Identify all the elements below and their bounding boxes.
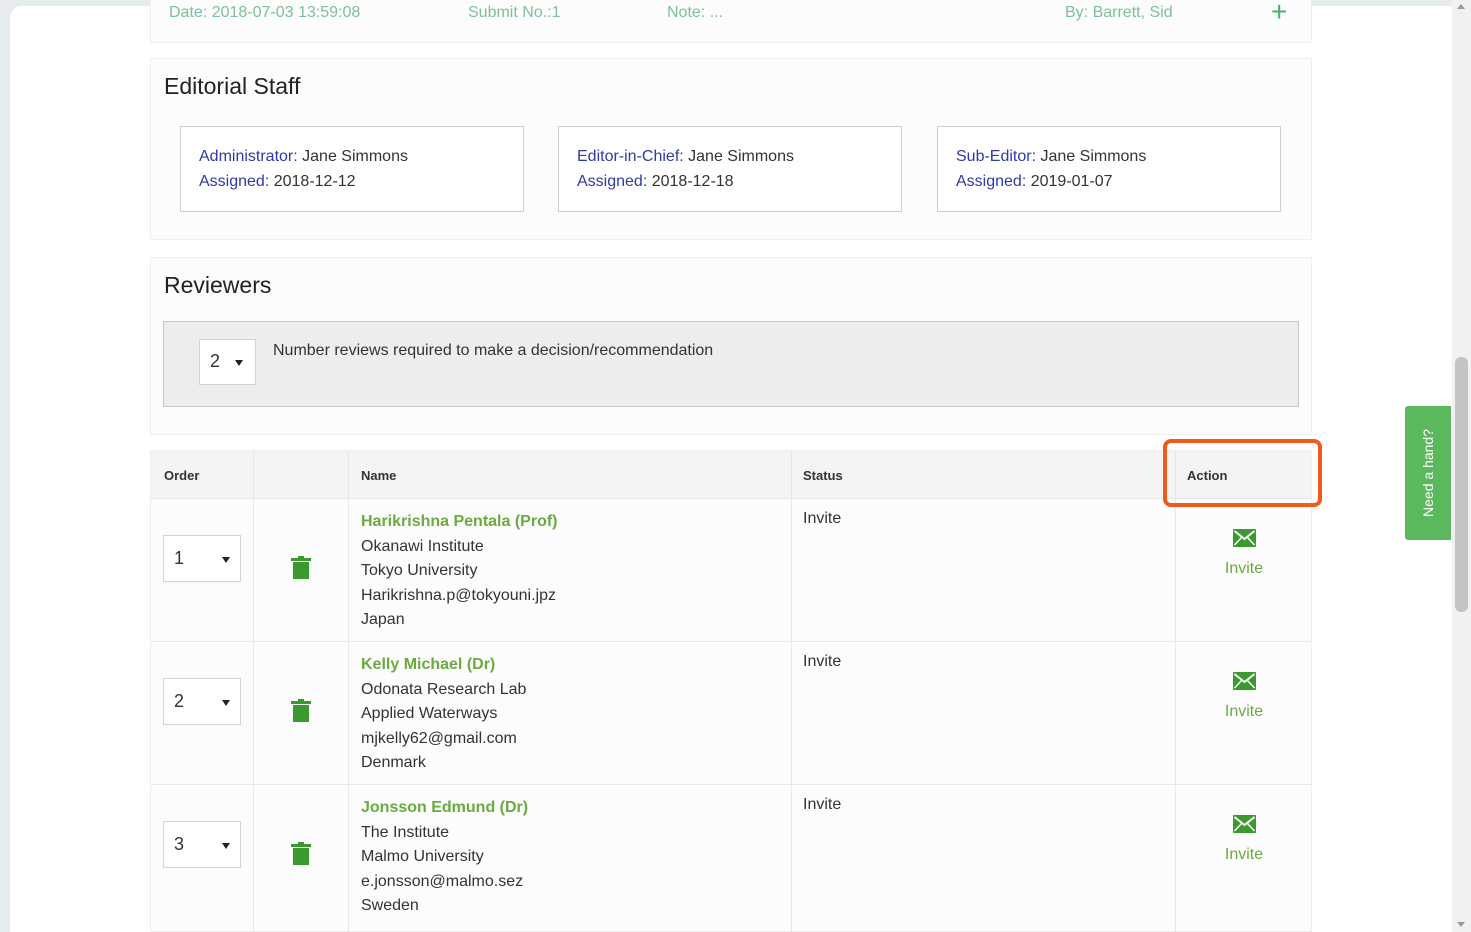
submission-note[interactable]: Note: ... <box>667 4 723 22</box>
reviewers-table: Order Name Status Action 1 Harikrishna P… <box>150 450 1312 932</box>
staff-name: Jane Simmons <box>1040 148 1147 165</box>
trash-icon[interactable] <box>291 556 311 579</box>
staff-name: Jane Simmons <box>302 148 408 165</box>
order-value: 2 <box>174 691 185 711</box>
staff-role-label: Editor-in-Chief: <box>577 148 684 165</box>
table-row: 1 Harikrishna Pentala (Prof) Okanawi Ins… <box>151 498 1311 641</box>
assigned-date: 2018-12-12 <box>273 173 356 190</box>
envelope-icon <box>1232 672 1256 690</box>
invite-label: Invite <box>1224 846 1264 863</box>
reviewer-email: mjkelly62@gmail.com <box>361 729 517 747</box>
reviewer-email: e.jonsson@malmo.sez <box>361 872 524 890</box>
reviewer-institution: The Institute <box>361 823 450 841</box>
reviewers-panel: Reviewers 2 Number reviews required to m… <box>150 257 1312 435</box>
assigned-label: Assigned: <box>199 173 270 190</box>
column-header-order[interactable]: Order <box>164 468 199 483</box>
reviewer-country: Sweden <box>361 897 419 914</box>
caret-down-icon <box>222 843 230 849</box>
assigned-label: Assigned: <box>956 173 1027 190</box>
table-row: 3 Jonsson Edmund (Dr) The Institute Malm… <box>151 784 1311 927</box>
invite-label: Invite <box>1224 703 1264 720</box>
reviewer-country: Japan <box>361 611 405 628</box>
column-header-name[interactable]: Name <box>361 468 396 483</box>
order-select[interactable]: 2 <box>163 678 241 725</box>
reviewer-details: Harikrishna Pentala (Prof) Okanawi Insti… <box>361 510 558 633</box>
staff-name: Jane Simmons <box>688 148 794 165</box>
scrollbar-thumb[interactable] <box>1455 357 1468 612</box>
trash-icon[interactable] <box>291 842 311 865</box>
staff-card-sub-editor: Sub-Editor: Jane Simmons Assigned: 2019-… <box>937 126 1281 212</box>
reviewer-name-link[interactable]: Kelly Michael (Dr) <box>361 653 526 678</box>
scroll-down-arrow-icon[interactable] <box>1457 922 1465 927</box>
assigned-label: Assigned: <box>577 173 648 190</box>
table-header: Order Name Status Action <box>151 451 1311 499</box>
invite-label: Invite <box>1224 560 1264 577</box>
table-row: 2 Kelly Michael (Dr) Odonata Research La… <box>151 641 1311 784</box>
order-value: 3 <box>174 834 185 854</box>
scroll-up-arrow-icon[interactable] <box>1457 4 1465 9</box>
submission-number: Submit No.:1 <box>468 4 561 21</box>
reviewer-status: Invite <box>803 510 842 527</box>
reviewer-email: Harikrishna.p@tokyouni.jpz <box>361 586 556 604</box>
reviews-required-select[interactable]: 2 <box>199 339 256 385</box>
assigned-date: 2018-12-18 <box>651 173 734 190</box>
envelope-icon <box>1232 529 1256 547</box>
reviewer-country: Denmark <box>361 754 426 771</box>
order-value: 1 <box>174 548 185 568</box>
reviewer-details: Kelly Michael (Dr) Odonata Research Lab … <box>361 653 526 776</box>
editorial-staff-panel: Editorial Staff Administrator: Jane Simm… <box>150 58 1312 240</box>
column-header-status[interactable]: Status <box>803 468 843 483</box>
submission-date: Date: 2018-07-03 13:59:08 <box>169 4 361 21</box>
reviewer-status: Invite <box>803 653 842 670</box>
submission-author: By: Barrett, Sid <box>1065 4 1173 21</box>
reviewer-details: Jonsson Edmund (Dr) The Institute Malmo … <box>361 796 528 919</box>
reviewer-department: Tokyo University <box>361 562 478 579</box>
reviewer-name-link[interactable]: Harikrishna Pentala (Prof) <box>361 510 558 535</box>
need-a-hand-label: Need a hand? <box>1420 429 1436 517</box>
order-select[interactable]: 1 <box>163 535 241 582</box>
invite-button[interactable]: Invite <box>1199 672 1289 721</box>
staff-role-label: Administrator: <box>199 148 298 165</box>
reviewer-institution: Odonata Research Lab <box>361 680 527 698</box>
need-a-hand-tab[interactable]: Need a hand? <box>1405 406 1451 540</box>
assigned-date: 2019-01-07 <box>1030 173 1113 190</box>
caret-down-icon <box>222 700 230 706</box>
trash-icon[interactable] <box>291 699 311 722</box>
caret-down-icon <box>222 557 230 563</box>
staff-card-editor-in-chief: Editor-in-Chief: Jane Simmons Assigned: … <box>558 126 902 212</box>
reviewer-department: Malmo University <box>361 848 484 865</box>
reviews-required-value: 2 <box>210 351 221 371</box>
reviewer-institution: Okanawi Institute <box>361 537 484 555</box>
invite-button[interactable]: Invite <box>1199 529 1289 578</box>
reviewers-title: Reviewers <box>164 272 272 298</box>
reviews-required-box: 2 Number reviews required to make a deci… <box>163 321 1299 407</box>
action-column-highlight <box>1163 439 1322 507</box>
reviewer-status: Invite <box>803 796 842 813</box>
order-select[interactable]: 3 <box>163 821 241 868</box>
reviews-required-label: Number reviews required to make a decisi… <box>273 342 714 359</box>
editorial-staff-title: Editorial Staff <box>164 73 301 99</box>
envelope-icon <box>1232 815 1256 833</box>
vertical-scrollbar[interactable] <box>1452 0 1471 932</box>
invite-button[interactable]: Invite <box>1199 815 1289 864</box>
reviewer-name-link[interactable]: Jonsson Edmund (Dr) <box>361 796 528 821</box>
staff-card-administrator: Administrator: Jane Simmons Assigned: 20… <box>180 126 524 212</box>
reviewer-department: Applied Waterways <box>361 705 498 722</box>
caret-down-icon <box>235 360 243 366</box>
plus-icon[interactable]: + <box>1271 0 1287 28</box>
staff-role-label: Sub-Editor: <box>956 148 1037 165</box>
submission-info-bar: Date: 2018-07-03 13:59:08 Submit No.:1 N… <box>150 0 1312 43</box>
